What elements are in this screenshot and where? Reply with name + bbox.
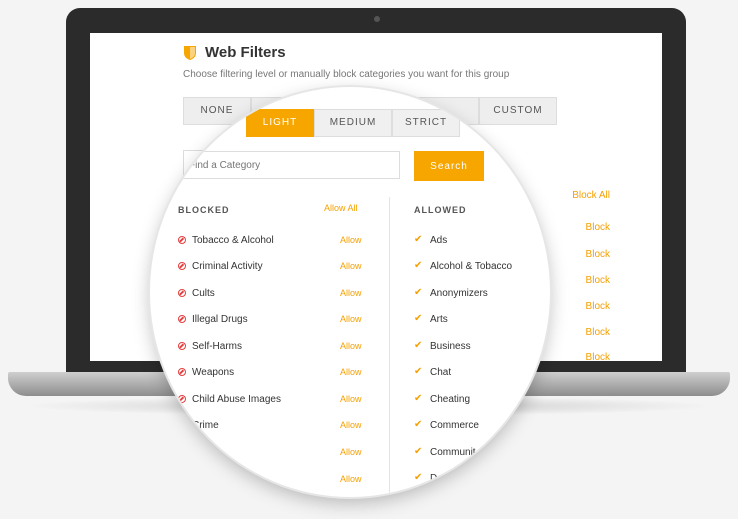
tab-light[interactable]: LIGHT: [246, 109, 314, 137]
blocked-icon: [178, 368, 186, 376]
column-divider: [389, 197, 390, 497]
magnifier-lens: LIGHT MEDIUM STRICT Search BLOCKED Allow…: [150, 87, 550, 497]
blocked-icon: [178, 448, 186, 456]
check-icon: ✔: [414, 366, 423, 377]
check-icon: ✔: [414, 419, 423, 430]
allow-link[interactable]: Allow: [340, 447, 362, 457]
allow-link[interactable]: Allow: [340, 367, 362, 377]
search-button[interactable]: Search: [414, 151, 484, 181]
allow-link[interactable]: Allow: [340, 394, 362, 404]
allow-link[interactable]: Allow: [340, 341, 362, 351]
block-all-link[interactable]: Block All: [560, 190, 610, 201]
allowed-item: ✔ Communit: [414, 446, 476, 458]
check-icon: ✔: [414, 287, 423, 298]
block-link[interactable]: Block: [560, 249, 610, 260]
allowed-item: ✔ Chat: [414, 366, 452, 378]
webcam-icon: [374, 16, 380, 22]
allowed-item: ✔ Cheating: [414, 393, 471, 405]
blocked-icon: [178, 262, 186, 270]
allowed-item: ✔ Ads: [414, 234, 448, 246]
allow-link[interactable]: Allow: [340, 314, 362, 324]
blocked-item: Tobacco & Alcohol: [178, 232, 274, 248]
allow-link[interactable]: Allow: [340, 288, 362, 298]
blocked-item: Illegal Drugs: [178, 311, 248, 327]
check-icon: ✔: [414, 313, 423, 324]
block-link[interactable]: Block: [560, 327, 610, 338]
allowed-item: ✔ Business: [414, 340, 471, 352]
check-icon: ✔: [414, 472, 423, 483]
blocked-item: Self-Harms: [178, 338, 242, 354]
blocked-item: Child Abuse Images: [178, 391, 281, 407]
blocked-item: Criminal Activity: [178, 258, 263, 274]
check-icon: ✔: [414, 446, 423, 457]
allowed-item: ✔ Anonymizers: [414, 287, 488, 299]
tab-custom[interactable]: CUSTOM: [479, 97, 557, 125]
check-icon: ✔: [414, 393, 423, 404]
blocked-item: Crime: [178, 417, 219, 433]
allow-link[interactable]: Allow: [340, 235, 362, 245]
search-input[interactable]: [182, 151, 400, 179]
blocked-item: ud: [178, 444, 203, 460]
blocked-icon: [178, 315, 186, 323]
allowed-heading: ALLOWED: [414, 205, 467, 215]
blocked-icon: [178, 421, 186, 429]
tab-strict[interactable]: STRICT: [392, 109, 460, 137]
blocked-item: Cults: [178, 285, 215, 301]
check-icon: ✔: [414, 260, 423, 271]
page-header: Web Filters: [183, 44, 286, 61]
blocked-icon: [178, 395, 186, 403]
blocked-icon: [178, 236, 186, 244]
blocked-item: Weapons: [178, 364, 234, 380]
blocked-heading: BLOCKED: [178, 205, 230, 215]
tab-medium[interactable]: MEDIUM: [314, 109, 392, 137]
block-link[interactable]: Block: [560, 222, 610, 233]
shield-icon: [184, 45, 196, 60]
blocked-icon: [178, 342, 186, 350]
block-link[interactable]: Block: [560, 301, 610, 312]
allowed-item: ✔ Arts: [414, 313, 448, 325]
check-icon: ✔: [414, 340, 423, 351]
allowed-item: ✔ Dat: [414, 472, 446, 484]
check-icon: ✔: [414, 234, 423, 245]
allow-link[interactable]: Allow: [340, 420, 362, 430]
page-subtitle: Choose filtering level or manually block…: [183, 69, 510, 80]
allow-link[interactable]: Allow: [340, 474, 362, 484]
block-link[interactable]: Block: [560, 352, 610, 363]
block-link[interactable]: Block: [560, 275, 610, 286]
page-title: Web Filters: [205, 44, 286, 61]
allow-link[interactable]: Allow: [340, 261, 362, 271]
allowed-item: ✔ Alcohol & Tobacco: [414, 260, 513, 272]
blocked-icon: [178, 289, 186, 297]
allowed-item: ✔ Commerce: [414, 419, 479, 431]
allow-all-link[interactable]: Allow All: [324, 203, 358, 213]
